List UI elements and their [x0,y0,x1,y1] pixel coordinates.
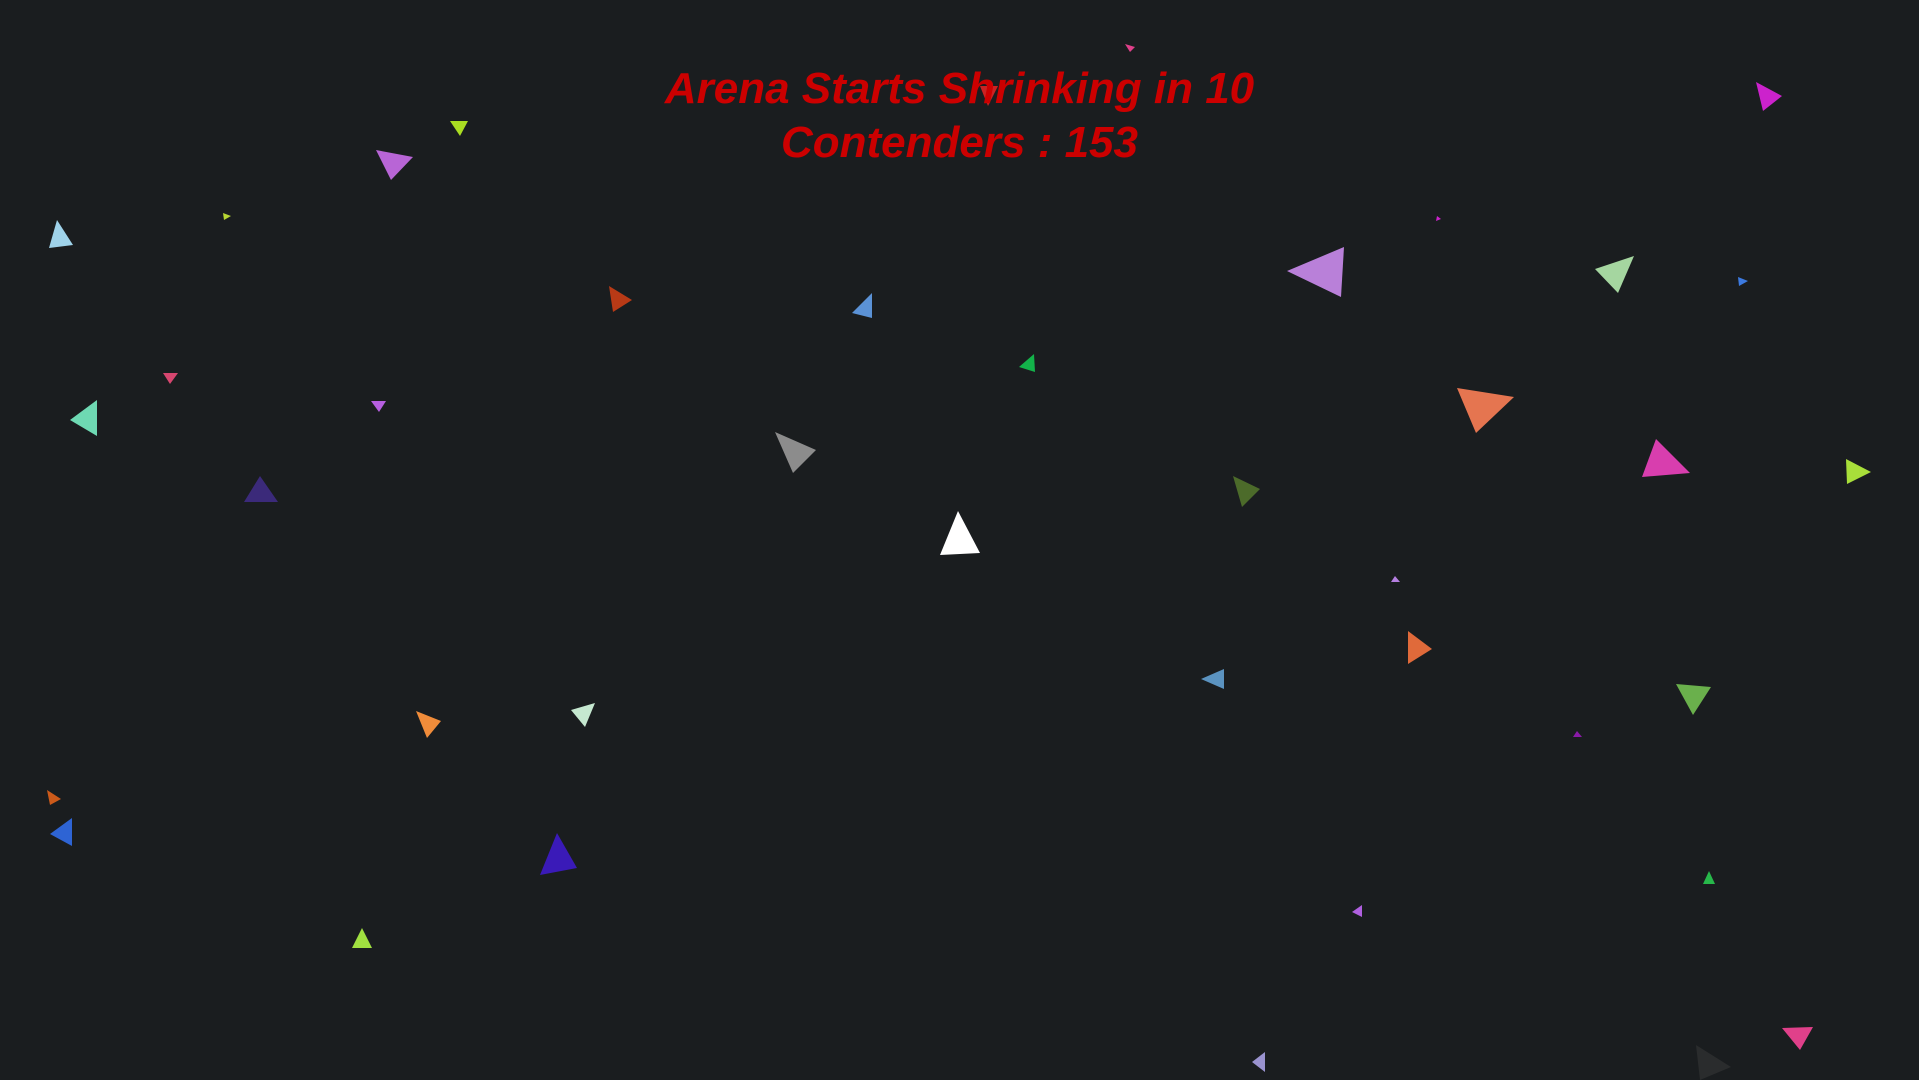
contender-triangle [1642,439,1690,477]
contender-triangle [1756,82,1782,111]
contender-triangle [1738,277,1748,286]
contender-triangle [1595,256,1634,293]
contender-triangle [70,400,97,436]
contender-triangle [1233,476,1260,507]
contender-triangle [1391,576,1400,582]
player-triangle [940,511,980,555]
contender-triangle [450,121,468,136]
contender-triangle [376,150,413,180]
contender-triangle [571,703,595,727]
contender-triangle [163,373,178,384]
contender-triangle [980,86,998,106]
contenders-layer [47,44,1871,1080]
contender-triangle [47,790,61,805]
contender-triangle [416,711,441,738]
contender-triangle [540,833,577,875]
contender-triangle [1676,684,1711,715]
contender-triangle [609,286,632,312]
contender-triangle [1287,247,1344,297]
contender-triangle [1703,871,1715,884]
contender-triangle [1201,669,1224,689]
contender-triangle [1252,1052,1265,1072]
contender-triangle [223,213,231,220]
contender-triangle [1019,354,1035,372]
contender-triangle [1696,1045,1731,1080]
contender-triangle [1457,388,1514,433]
contender-triangle [49,220,73,248]
contender-triangle [1436,216,1441,221]
contender-triangle [1573,731,1582,737]
contender-triangle [352,928,372,948]
game-arena[interactable]: Arena Starts Shrinking in 10 Contenders … [0,0,1919,1080]
contender-triangle [244,476,278,502]
contender-triangle [852,293,872,318]
contender-triangle [50,818,72,846]
contender-triangle [775,432,816,473]
contender-triangle [1125,44,1135,52]
contender-triangle [1408,631,1432,664]
contender-triangle [1846,459,1871,484]
arena-field[interactable] [0,0,1919,1080]
contender-triangle [1782,1027,1813,1050]
contender-triangle [371,401,386,412]
contender-triangle [1352,905,1362,917]
